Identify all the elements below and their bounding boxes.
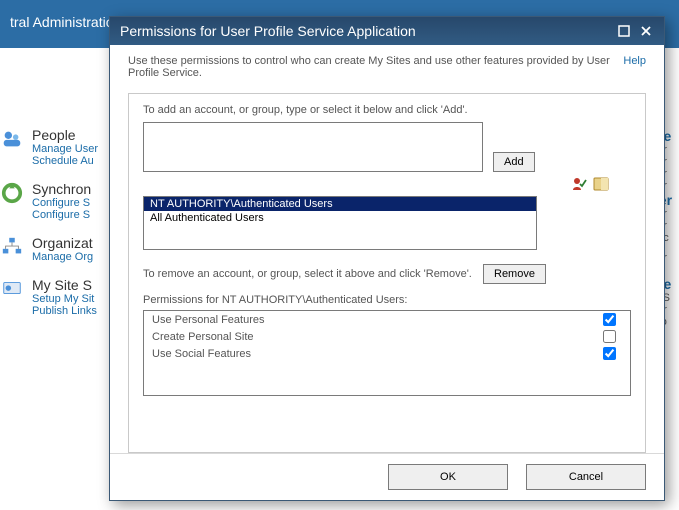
nav-link[interactable]: Publish Links xyxy=(32,305,97,317)
nav-link[interactable]: Setup My Sit xyxy=(32,293,97,305)
check-names-icon[interactable] xyxy=(571,176,587,192)
permission-label: Use Social Features xyxy=(152,348,251,360)
permissions-dialog: Permissions for User Profile Service App… xyxy=(109,16,665,501)
nav-title[interactable]: Synchron xyxy=(32,181,91,197)
remove-button[interactable]: Remove xyxy=(483,264,546,284)
remove-hint: To remove an account, or group, select i… xyxy=(143,268,473,280)
permissions-for-label: Permissions for NT AUTHORITY\Authenticat… xyxy=(143,294,631,306)
permission-checkbox[interactable] xyxy=(603,347,616,360)
permission-label: Use Personal Features xyxy=(152,314,265,326)
main-panel: To add an account, or group, type or sel… xyxy=(128,93,646,453)
dialog-titlebar: Permissions for User Profile Service App… xyxy=(110,17,664,45)
permission-checkbox[interactable] xyxy=(603,330,616,343)
permissions-listbox[interactable]: Use Personal Features Create Personal Si… xyxy=(143,310,631,396)
permission-row[interactable]: Use Social Features xyxy=(144,345,630,362)
add-row: Add xyxy=(143,122,631,172)
permission-row[interactable]: Use Personal Features xyxy=(144,311,630,328)
mysite-icon xyxy=(0,277,24,301)
intro-text: Use these permissions to control who can… xyxy=(128,55,611,79)
maximize-button[interactable] xyxy=(616,24,632,38)
close-button[interactable] xyxy=(638,24,654,38)
nav-link[interactable]: Schedule Au xyxy=(32,155,98,167)
permission-checkbox[interactable] xyxy=(603,313,616,326)
accounts-listbox[interactable]: NT AUTHORITY\Authenticated Users All Aut… xyxy=(143,196,537,250)
add-button[interactable]: Add xyxy=(493,152,535,172)
account-input[interactable] xyxy=(143,122,483,172)
nav-title[interactable]: Organizat xyxy=(32,235,93,251)
nav-link[interactable]: Configure S xyxy=(32,209,91,221)
sync-icon xyxy=(0,181,24,205)
nav-link[interactable]: Configure S xyxy=(32,197,91,209)
nav-title[interactable]: People xyxy=(32,127,98,143)
add-hint: To add an account, or group, type or sel… xyxy=(143,104,631,116)
nav-title[interactable]: My Site S xyxy=(32,277,97,293)
list-item[interactable]: All Authenticated Users xyxy=(144,211,536,225)
dialog-body: Use these permissions to control who can… xyxy=(110,45,664,453)
list-item[interactable]: NT AUTHORITY\Authenticated Users xyxy=(144,197,536,211)
permission-row[interactable]: Create Personal Site xyxy=(144,328,630,345)
org-icon xyxy=(0,235,24,259)
intro-row: Use these permissions to control who can… xyxy=(128,55,646,79)
cancel-button[interactable]: Cancel xyxy=(526,464,646,490)
dialog-title: Permissions for User Profile Service App… xyxy=(120,23,416,39)
people-icon xyxy=(0,127,24,151)
browse-icon[interactable] xyxy=(593,176,609,192)
nav-link[interactable]: Manage Org xyxy=(32,251,93,263)
help-link[interactable]: Help xyxy=(623,55,646,79)
ok-button[interactable]: OK xyxy=(388,464,508,490)
picker-icon-row xyxy=(143,176,609,192)
remove-row: To remove an account, or group, select i… xyxy=(143,264,631,284)
nav-link[interactable]: Manage User xyxy=(32,143,98,155)
dialog-footer: OK Cancel xyxy=(110,453,664,500)
permission-label: Create Personal Site xyxy=(152,331,254,343)
